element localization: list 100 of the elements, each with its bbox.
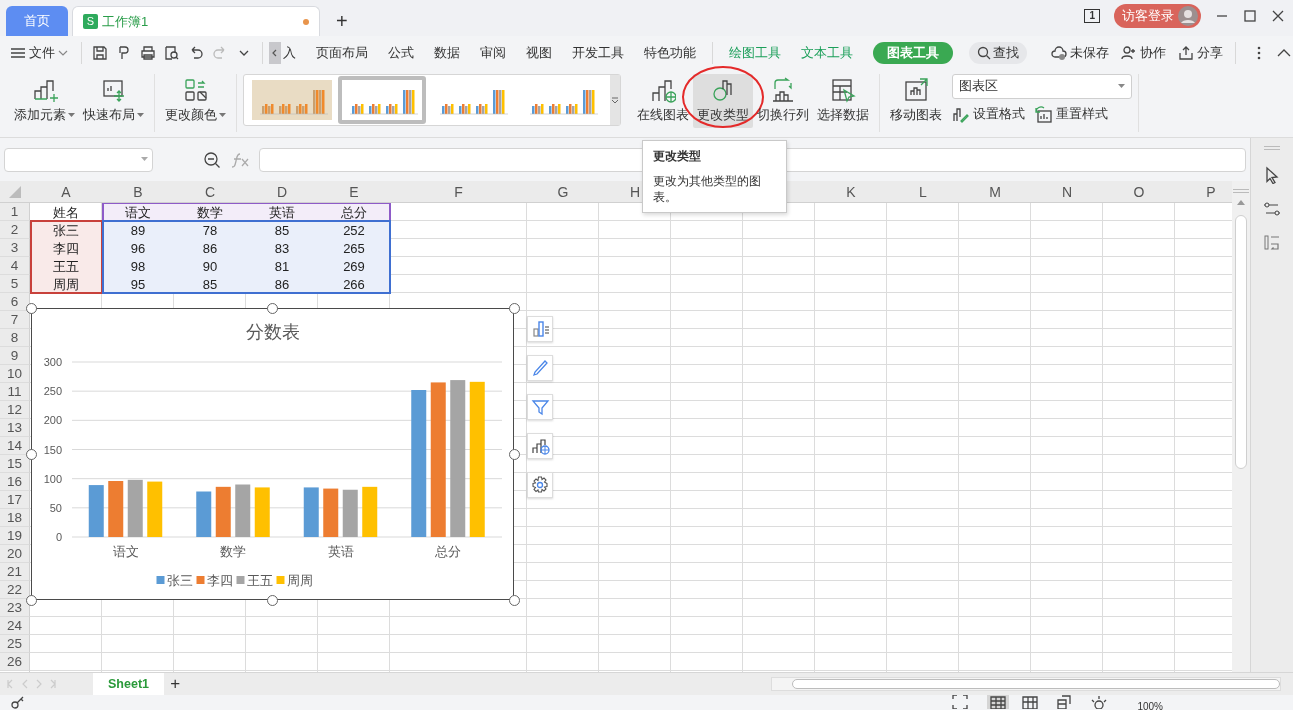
row-header[interactable]: 19 <box>0 527 30 545</box>
column-header[interactable]: G <box>527 181 599 203</box>
search-button[interactable]: 查找 <box>968 41 1027 65</box>
swap-list-icon[interactable] <box>1263 234 1281 252</box>
resize-handle[interactable] <box>508 302 520 314</box>
row-header[interactable]: 25 <box>0 635 30 653</box>
row-header[interactable]: 9 <box>0 347 30 365</box>
column-header[interactable]: D <box>246 181 318 203</box>
resize-handle[interactable] <box>267 594 278 606</box>
chart-title[interactable]: 分数表 <box>245 322 300 342</box>
column-header[interactable]: E <box>318 181 390 203</box>
row-header[interactable]: 7 <box>0 311 30 329</box>
scroll-thumb[interactable] <box>1235 215 1247 469</box>
row-header[interactable]: 15 <box>0 455 30 473</box>
ribbon-tab[interactable]: 开发工具 <box>571 41 624 65</box>
scroll-left-icon[interactable] <box>268 42 281 64</box>
key-icon[interactable] <box>10 695 26 710</box>
row-header[interactable]: 13 <box>0 419 30 437</box>
add-sheet-button[interactable]: + <box>170 671 181 697</box>
row-header[interactable]: 6 <box>0 293 30 311</box>
ribbon-tab[interactable]: 页面布局 <box>315 41 368 65</box>
row-header[interactable]: 24 <box>0 617 30 635</box>
row-header[interactable]: 16 <box>0 473 30 491</box>
column-header[interactable]: B <box>102 181 174 203</box>
ribbon-tab[interactable]: 审阅 <box>479 41 506 65</box>
save-icon[interactable] <box>91 45 108 61</box>
column-header[interactable]: K <box>815 181 887 203</box>
row-header[interactable]: 14 <box>0 437 30 455</box>
document-tab[interactable]: S 工作簿1 <box>72 6 320 36</box>
bar[interactable] <box>215 486 231 537</box>
toolbar-button[interactable]: 分享 <box>1177 43 1223 63</box>
bar[interactable] <box>450 380 466 537</box>
new-tab-button[interactable]: + <box>336 8 348 34</box>
ribbon-tab[interactable]: 数据 <box>433 41 460 65</box>
resize-handle[interactable] <box>267 302 278 314</box>
column-header[interactable]: M <box>959 181 1031 203</box>
scroll-up-icon[interactable] <box>1237 199 1245 205</box>
sheet-tab[interactable]: Sheet1 <box>93 673 164 695</box>
row-header[interactable]: 20 <box>0 545 30 563</box>
dropdown-icon[interactable] <box>611 96 619 104</box>
row-header[interactable]: 21 <box>0 563 30 581</box>
bar[interactable] <box>127 479 143 537</box>
row-header[interactable]: 11 <box>0 383 30 401</box>
chart-elements-icon[interactable] <box>530 319 550 339</box>
normal-view-icon[interactable] <box>986 695 1009 709</box>
resize-handle[interactable] <box>25 448 37 460</box>
print-preview-icon[interactable] <box>163 45 180 61</box>
resize-handle[interactable] <box>25 594 37 606</box>
ribbon-button[interactable]: 更改颜色 <box>161 74 230 128</box>
chart-style-thumbnail[interactable] <box>338 76 426 124</box>
file-menu[interactable]: 文件 <box>10 43 69 63</box>
toolbar-button[interactable]: 协作 <box>1120 43 1166 63</box>
ribbon-button[interactable]: 选择数据 <box>813 74 873 128</box>
column-header[interactable]: F <box>390 181 527 203</box>
zoom-icon[interactable] <box>203 150 221 169</box>
row-header[interactable]: 12 <box>0 401 30 419</box>
resize-handle[interactable] <box>508 448 520 460</box>
brush-icon[interactable] <box>530 358 550 378</box>
chart-globe-icon[interactable] <box>530 436 550 456</box>
ribbon-button[interactable]: 切换行列 <box>753 74 813 128</box>
ribbon-tab[interactable]: 视图 <box>525 41 552 65</box>
maximize-icon[interactable] <box>1243 9 1257 23</box>
toolbar-button[interactable]: 未保存 <box>1050 43 1109 63</box>
close-icon[interactable] <box>1271 9 1285 23</box>
row-header[interactable]: 1 <box>0 203 30 221</box>
sliders-icon[interactable] <box>1263 200 1281 218</box>
row-header[interactable]: 4 <box>0 257 30 275</box>
ribbon-button[interactable]: 更改类型 <box>693 74 753 128</box>
row-header[interactable]: 22 <box>0 581 30 599</box>
bar[interactable] <box>88 485 104 537</box>
row-header[interactable]: 10 <box>0 365 30 383</box>
row-header[interactable]: 5 <box>0 275 30 293</box>
settings-icon[interactable] <box>530 475 550 495</box>
ribbon-button[interactable]: 重置样式 <box>1035 105 1109 124</box>
row-header[interactable]: 18 <box>0 509 30 527</box>
bar[interactable] <box>303 487 319 537</box>
row-header[interactable]: 23 <box>0 599 30 617</box>
row-header[interactable]: 17 <box>0 491 30 509</box>
cursor-icon[interactable] <box>1263 166 1281 184</box>
row-header[interactable]: 3 <box>0 239 30 257</box>
column-header[interactable]: C <box>174 181 246 203</box>
chart-area[interactable]: 0 50 100 150 200 250 300 语文 数学 英语 总分 分数表 张三 李四 王五 周周 <box>31 308 514 600</box>
ribbon-tab[interactable]: 公式 <box>387 41 414 65</box>
row-header[interactable]: 2 <box>0 221 30 239</box>
bar[interactable] <box>196 491 212 537</box>
ribbon-tab[interactable]: 入 <box>282 41 296 65</box>
chart-element-select[interactable]: 图表区 <box>952 74 1133 99</box>
filter-icon[interactable] <box>530 397 550 417</box>
bar[interactable] <box>235 484 251 537</box>
ribbon-button[interactable]: 在线图表 <box>633 74 693 128</box>
column-header[interactable]: A <box>30 181 102 203</box>
ribbon-button[interactable]: 设置格式 <box>952 105 1026 124</box>
scroll-thumb[interactable] <box>792 679 1280 689</box>
bar[interactable] <box>323 488 339 537</box>
printer-icon[interactable] <box>139 45 156 61</box>
function-icon[interactable] <box>231 151 249 168</box>
bar[interactable] <box>430 382 446 537</box>
ribbon-button[interactable]: 添加元素 <box>10 74 79 128</box>
ribbon-button[interactable]: 移动图表 <box>886 74 946 128</box>
column-header[interactable]: N <box>1031 181 1103 203</box>
